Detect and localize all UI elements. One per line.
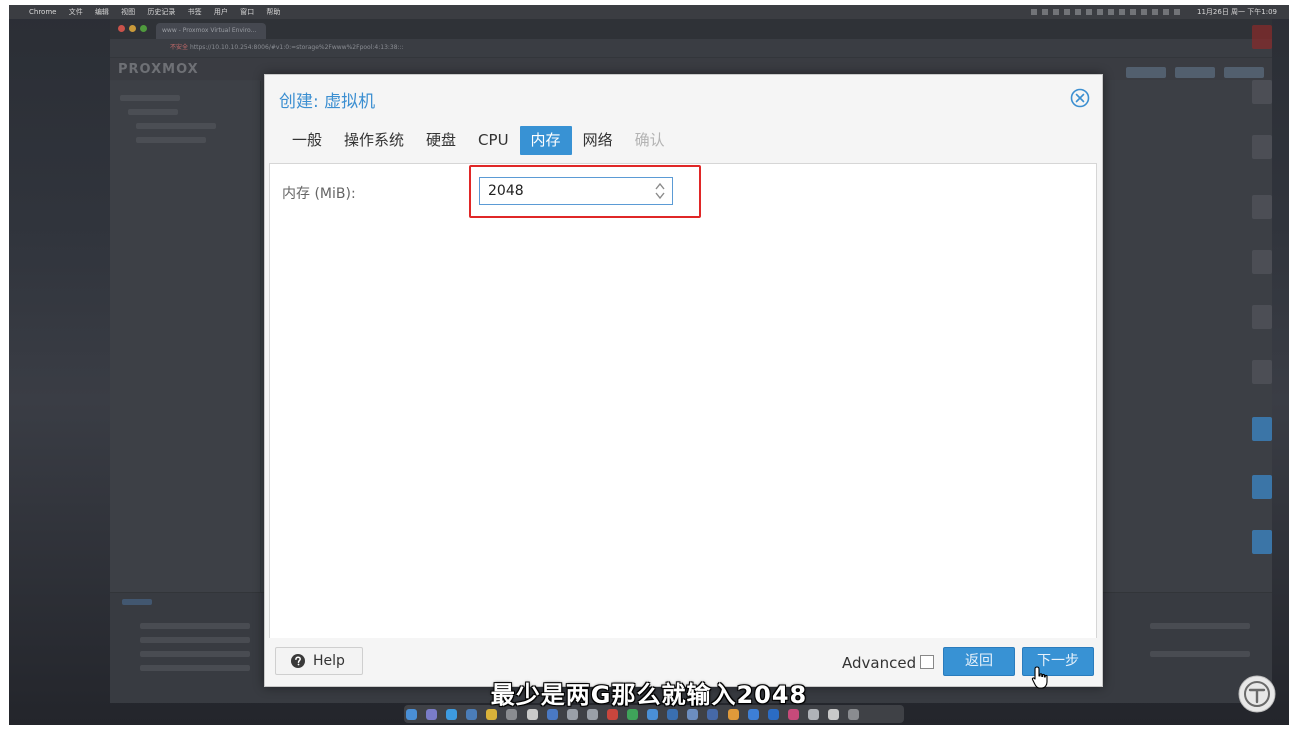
log-row [140, 665, 250, 671]
address-bar[interactable]: 不安全 https://10.10.10.254:8006/#v1:0:=sto… [110, 39, 1272, 58]
browser-tab[interactable]: www - Proxmox Virtual Enviro... [156, 23, 266, 39]
finder-icon[interactable] [406, 709, 417, 720]
wechat-icon[interactable] [627, 709, 639, 720]
desktop-icon[interactable] [1252, 360, 1272, 384]
launchpad-icon[interactable] [426, 709, 438, 720]
tree-row[interactable] [120, 95, 180, 101]
wizard-tabs: 一般 操作系统 硬盘 CPU 内存 网络 确认 [281, 126, 676, 156]
back-button[interactable]: 返回 [943, 647, 1015, 676]
app-icon[interactable] [667, 709, 679, 720]
app-icon[interactable] [787, 709, 799, 720]
header-button[interactable] [1125, 67, 1166, 78]
url-value: https://10.10.10.254:8006/#v1:0:=storage… [189, 44, 404, 51]
memory-input[interactable]: 2048 [479, 177, 673, 205]
desktop-icon[interactable] [1252, 250, 1272, 274]
dialog-title: 创建: 虚拟机 [279, 92, 376, 112]
chrome-icon[interactable] [486, 709, 498, 720]
url-text[interactable]: 不安全 https://10.10.10.254:8006/#v1:0:=sto… [170, 42, 404, 54]
question-circle-icon [291, 654, 305, 668]
proxmox-header-buttons [1122, 63, 1264, 82]
app-icon[interactable] [687, 709, 699, 720]
log-row [140, 637, 250, 643]
menu-item-user[interactable]: 用户 [214, 8, 228, 16]
app-icon[interactable] [827, 709, 839, 720]
app-icon[interactable] [606, 709, 618, 720]
menu-item-bookmarks[interactable]: 书签 [188, 8, 202, 16]
menu-item-view[interactable]: 视图 [121, 8, 135, 16]
header-button[interactable] [1224, 67, 1264, 78]
desktop-icon[interactable] [1252, 305, 1272, 329]
log-row [1150, 651, 1250, 657]
browser-tab-strip: www - Proxmox Virtual Enviro... [110, 19, 1272, 39]
menu-item-history[interactable]: 历史记录 [147, 8, 175, 16]
app-icon[interactable] [707, 709, 719, 720]
proxmox-logo: PROXMOX [118, 62, 199, 77]
log-row [140, 651, 250, 657]
tab-network[interactable]: 网络 [572, 126, 624, 155]
app-icon[interactable] [767, 709, 779, 720]
app-icon[interactable] [526, 709, 538, 720]
tab-cpu[interactable]: CPU [467, 126, 520, 155]
menu-bar-clock[interactable]: 11月26日 周一 下午1:09 [1197, 8, 1277, 16]
log-tab[interactable] [122, 599, 152, 605]
log-row [1150, 623, 1250, 629]
video-subtitle: 最少是两G那么就输入2048 [490, 681, 808, 709]
desktop-folder-icon[interactable] [1252, 417, 1272, 441]
app-icon[interactable] [647, 709, 659, 720]
app-icon[interactable] [506, 709, 518, 720]
menu-item-edit[interactable]: 编辑 [95, 8, 109, 16]
desktop-icon[interactable] [1252, 135, 1272, 159]
app-icon[interactable] [466, 709, 478, 720]
menu-bar-left: Chrome 文件 编辑 视图 历史记录 书签 用户 窗口 帮助 [19, 5, 290, 19]
app-icon[interactable] [566, 709, 578, 720]
status-tray-icons[interactable] [1030, 9, 1181, 15]
not-secure-label: 不安全 [170, 44, 189, 51]
menu-bar-right: 11月26日 周一 下午1:09 [1030, 5, 1277, 19]
log-row [140, 623, 250, 629]
menu-item-chrome[interactable]: Chrome [29, 8, 56, 16]
trash-icon[interactable] [848, 709, 860, 720]
desktop-icon[interactable] [1252, 195, 1272, 219]
tab-general[interactable]: 一般 [281, 126, 333, 155]
memory-value: 2048 [488, 183, 524, 199]
app-icon[interactable] [727, 709, 739, 720]
app-icon[interactable] [546, 709, 558, 720]
tab-os[interactable]: 操作系统 [333, 126, 415, 155]
browser-tab-title: www - Proxmox Virtual Enviro... [162, 27, 257, 34]
app-icon[interactable] [586, 709, 598, 720]
channel-logo-icon [1238, 675, 1276, 713]
desktop-icon[interactable] [1252, 80, 1272, 104]
memory-label: 内存 (MiB): [282, 186, 356, 202]
minimize-window-icon[interactable] [129, 25, 136, 32]
safari-icon[interactable] [446, 709, 458, 720]
desktop-folder-icon[interactable] [1252, 530, 1272, 554]
advanced-label: Advanced [842, 654, 917, 672]
tab-memory[interactable]: 内存 [519, 126, 572, 155]
up-down-chevron-icon[interactable] [654, 181, 666, 201]
memory-panel: 内存 (MiB): 2048 [269, 163, 1097, 640]
help-button[interactable]: Help [275, 647, 363, 675]
tree-row[interactable] [136, 123, 216, 129]
close-circle-icon[interactable] [1070, 88, 1090, 108]
menu-item-file[interactable]: 文件 [69, 8, 83, 16]
app-icon[interactable] [747, 709, 759, 720]
close-window-icon[interactable] [118, 25, 125, 32]
header-button[interactable] [1174, 67, 1215, 78]
app-icon[interactable] [807, 709, 819, 720]
menu-item-help[interactable]: 帮助 [266, 8, 280, 16]
tree-row[interactable] [128, 109, 178, 115]
advanced-checkbox[interactable] [920, 655, 934, 669]
create-vm-dialog: 创建: 虚拟机 一般 操作系统 硬盘 CPU 内存 网络 确认 内存 (MiB): 2048… [264, 74, 1103, 687]
desktop-folder-icon[interactable] [1252, 475, 1272, 499]
tab-hard-disk[interactable]: 硬盘 [415, 126, 467, 155]
tree-row[interactable] [136, 137, 206, 143]
mac-menu-bar: Chrome 文件 编辑 视图 历史记录 书签 用户 窗口 帮助 11月26日 … [9, 5, 1289, 19]
tab-confirm: 确认 [634, 131, 665, 149]
desktop-icon[interactable] [1252, 25, 1272, 49]
maximize-window-icon[interactable] [140, 25, 147, 32]
help-label: Help [313, 653, 345, 669]
menu-item-window[interactable]: 窗口 [240, 8, 254, 16]
